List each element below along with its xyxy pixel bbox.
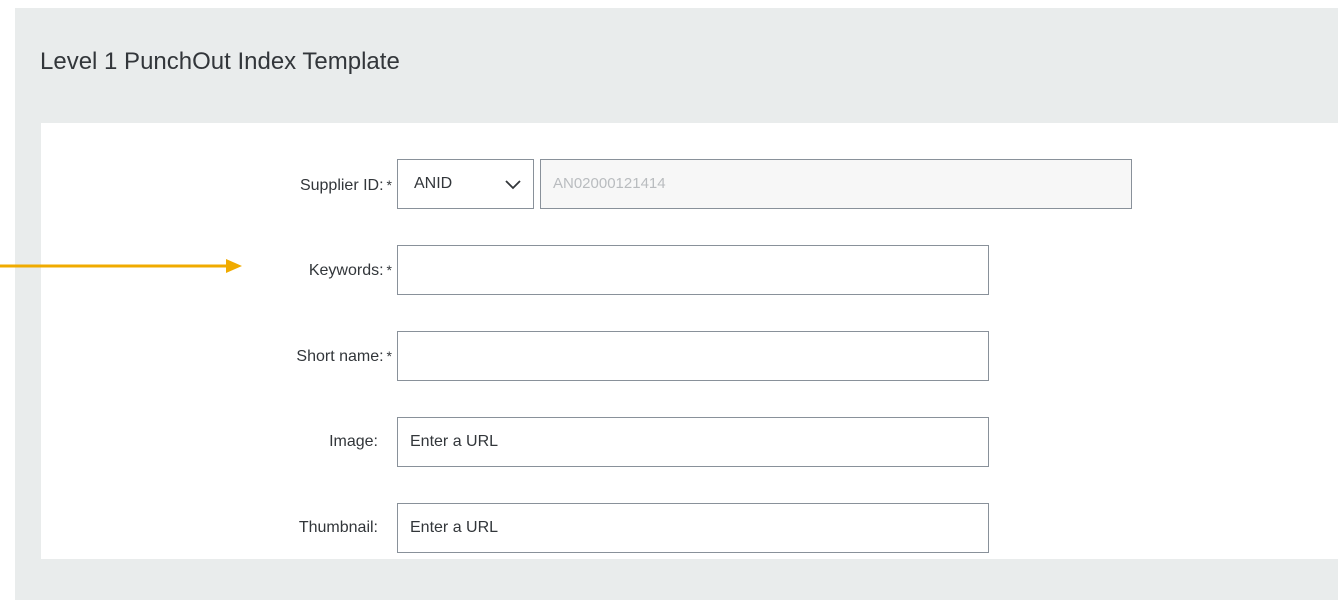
thumbnail-url-placeholder: Enter a URL — [410, 519, 499, 536]
supplier-id-label: Supplier ID: * — [299, 177, 392, 194]
keywords-label: Keywords: * — [308, 262, 392, 279]
supplier-id-value: AN02000121414 — [553, 175, 666, 192]
required-marker: * — [386, 177, 392, 193]
required-marker: * — [386, 262, 392, 278]
image-label: Image: — [329, 433, 378, 450]
panel-title: Level 1 PunchOut Index Template — [40, 48, 400, 75]
required-marker: * — [386, 348, 392, 364]
image-url-placeholder: Enter a URL — [410, 433, 499, 450]
short-name-input[interactable] — [397, 331, 989, 381]
image-url-input[interactable]: Enter a URL — [397, 417, 989, 467]
supplier-id-type-select[interactable]: ANID — [397, 159, 534, 209]
thumbnail-url-input[interactable]: Enter a URL — [397, 503, 989, 553]
supplier-id-input[interactable]: AN02000121414 — [540, 159, 1132, 209]
chevron-down-icon — [505, 180, 521, 190]
arrow-right-icon — [0, 259, 242, 273]
supplier-id-type-value: ANID — [414, 175, 453, 192]
keywords-input[interactable] — [397, 245, 989, 295]
thumbnail-label: Thumbnail: — [298, 519, 378, 536]
short-name-label: Short name: * — [296, 348, 392, 365]
